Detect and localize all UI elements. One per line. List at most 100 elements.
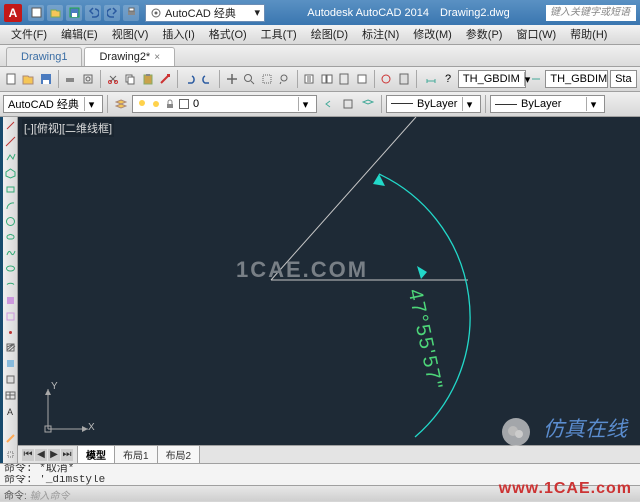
- watermark-text: 1CAE.COM: [236, 257, 368, 283]
- menu-parametric[interactable]: 参数(P): [459, 25, 510, 45]
- sheet-set-icon[interactable]: [354, 70, 370, 88]
- menu-draw[interactable]: 绘图(D): [304, 25, 355, 45]
- menu-file[interactable]: 文件(F): [4, 25, 54, 45]
- insert-block-icon[interactable]: [3, 293, 18, 307]
- dimstyle-dropdown-1[interactable]: TH_GBDIM ▾: [458, 70, 526, 88]
- workspace: A [-][俯视][二维线框] 1CAE.COM 47°55'57": [0, 117, 640, 463]
- pline-icon[interactable]: [3, 151, 18, 165]
- save-file-icon[interactable]: [38, 70, 54, 88]
- sun-icon: [151, 99, 161, 109]
- app-menu-icon[interactable]: A: [4, 4, 22, 22]
- file-tab[interactable]: Drawing1: [6, 47, 82, 66]
- circle-icon[interactable]: [3, 214, 18, 228]
- xline-icon[interactable]: [3, 135, 18, 149]
- hatch-icon[interactable]: [3, 341, 18, 355]
- menu-view[interactable]: 视图(V): [105, 25, 156, 45]
- pan-icon[interactable]: [224, 70, 240, 88]
- copy-icon[interactable]: [122, 70, 138, 88]
- zoom-prev-icon[interactable]: [277, 70, 293, 88]
- properties-icon[interactable]: [301, 70, 317, 88]
- addselected-icon[interactable]: [3, 447, 18, 461]
- menu-help[interactable]: 帮助(H): [563, 25, 614, 45]
- plot-icon[interactable]: [63, 70, 79, 88]
- prev-layout-icon[interactable]: ◀: [35, 449, 47, 461]
- gear-icon: [150, 7, 162, 19]
- file-tab-active[interactable]: Drawing2*×: [84, 47, 175, 66]
- table-icon[interactable]: [3, 389, 18, 403]
- mtext-icon[interactable]: A: [3, 404, 18, 418]
- save-icon[interactable]: [66, 5, 82, 21]
- drawing-area[interactable]: [-][俯视][二维线框] 1CAE.COM 47°55'57" Y X: [18, 117, 640, 463]
- help-icon[interactable]: ?: [440, 70, 456, 88]
- print-icon[interactable]: [123, 5, 139, 21]
- layout-tab-2[interactable]: 布局2: [157, 445, 201, 463]
- cut-icon[interactable]: [105, 70, 121, 88]
- tool-palettes-icon[interactable]: [337, 70, 353, 88]
- menu-tools[interactable]: 工具(T): [254, 25, 304, 45]
- workspace-combo[interactable]: AutoCAD 经典 ▾: [3, 95, 103, 113]
- new-file-icon[interactable]: [3, 70, 19, 88]
- measure-icon[interactable]: [3, 431, 18, 445]
- redo-std-icon[interactable]: [200, 70, 216, 88]
- make-block-icon[interactable]: [3, 309, 18, 323]
- plot-preview-icon[interactable]: [80, 70, 96, 88]
- zoom-realtime-icon[interactable]: [242, 70, 258, 88]
- redo-icon[interactable]: [104, 5, 120, 21]
- ellipse-icon[interactable]: [3, 262, 18, 276]
- open-icon[interactable]: [47, 5, 63, 21]
- layer-manager-icon[interactable]: [112, 95, 130, 113]
- layer-dropdown[interactable]: 0 ▾: [132, 95, 317, 113]
- open-file-icon[interactable]: [21, 70, 37, 88]
- chevron-down-icon: ▾: [586, 97, 600, 111]
- qcalc-icon[interactable]: [396, 70, 412, 88]
- linetype-dropdown[interactable]: ByLayer ▾: [386, 95, 481, 113]
- menu-insert[interactable]: 插入(I): [155, 25, 201, 45]
- command-input-prompt[interactable]: 命令: 输入命令: [0, 486, 74, 501]
- credit-text: 仿真在线: [543, 413, 627, 443]
- menu-window[interactable]: 窗口(W): [509, 25, 563, 45]
- dimstyle-dropdown-2[interactable]: TH_GBDIM ▾: [545, 70, 608, 88]
- linetype-preview: [391, 103, 413, 105]
- paste-icon[interactable]: [140, 70, 156, 88]
- menu-modify[interactable]: 修改(M): [406, 25, 459, 45]
- close-tab-icon[interactable]: ×: [154, 52, 160, 63]
- zoom-window-icon[interactable]: [259, 70, 275, 88]
- lineweight-dropdown[interactable]: ByLayer ▾: [490, 95, 605, 113]
- workspace-dropdown[interactable]: AutoCAD 经典 ▾: [145, 4, 265, 22]
- region-icon[interactable]: [3, 373, 18, 387]
- markup-icon[interactable]: [379, 70, 395, 88]
- ellipse-arc-icon[interactable]: [3, 278, 18, 292]
- revcloud-icon[interactable]: [3, 230, 18, 244]
- gradient-icon[interactable]: [3, 357, 18, 371]
- layout-tab-1[interactable]: 布局1: [114, 445, 158, 463]
- rectangle-icon[interactable]: [3, 182, 18, 196]
- menu-dimension[interactable]: 标注(N): [355, 25, 406, 45]
- layer-prev-icon[interactable]: [319, 95, 337, 113]
- polygon-icon[interactable]: [3, 167, 18, 181]
- undo-std-icon[interactable]: [182, 70, 198, 88]
- first-layout-icon[interactable]: ⏮: [22, 449, 34, 461]
- point-icon[interactable]: [3, 325, 18, 339]
- line-icon[interactable]: [3, 119, 18, 133]
- undo-icon[interactable]: [85, 5, 101, 21]
- title-text: Autodesk AutoCAD 2014 Drawing2.dwg: [271, 7, 546, 19]
- quick-access-toolbar: [28, 5, 139, 21]
- layer-states-icon[interactable]: [339, 95, 357, 113]
- design-center-icon[interactable]: [319, 70, 335, 88]
- last-layout-icon[interactable]: ⏭: [61, 449, 73, 461]
- layout-tab-model[interactable]: 模型: [77, 445, 115, 463]
- annotative-dropdown[interactable]: Sta: [610, 70, 637, 88]
- menu-format[interactable]: 格式(O): [202, 25, 254, 45]
- dim-linear-icon[interactable]: [423, 70, 439, 88]
- arc-icon[interactable]: [3, 198, 18, 212]
- menu-edit[interactable]: 编辑(E): [54, 25, 105, 45]
- dim-update-icon[interactable]: [528, 70, 544, 88]
- next-layout-icon[interactable]: ▶: [48, 449, 60, 461]
- match-prop-icon[interactable]: [158, 70, 174, 88]
- search-input[interactable]: 键入关键字或短语: [546, 5, 636, 21]
- new-icon[interactable]: [28, 5, 44, 21]
- spline-icon[interactable]: [3, 246, 18, 260]
- chevron-down-icon: ▾: [462, 97, 476, 111]
- draw-toolbar: A: [0, 117, 18, 463]
- layer-iso-icon[interactable]: [359, 95, 377, 113]
